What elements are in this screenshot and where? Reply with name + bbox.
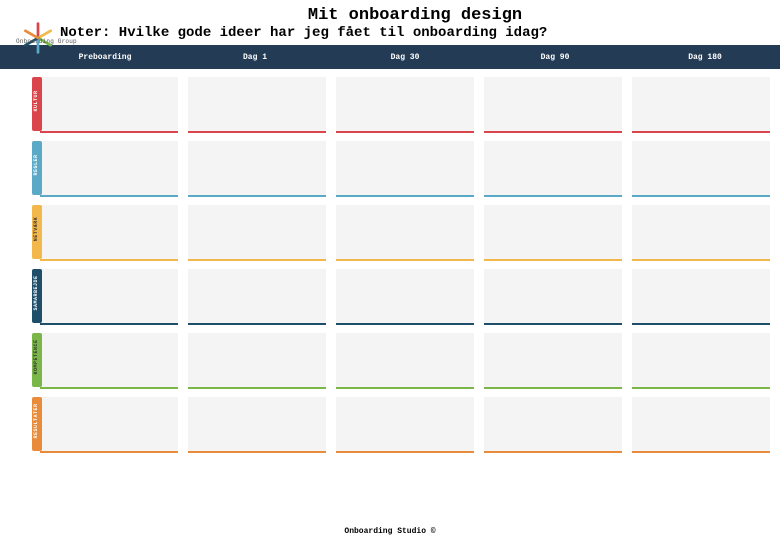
matrix-cell[interactable] xyxy=(336,141,474,197)
matrix-cell[interactable] xyxy=(188,141,326,197)
matrix-cell[interactable] xyxy=(632,77,770,133)
row-label: NETVÆRK xyxy=(33,199,39,259)
row-label: KULTUR xyxy=(33,71,39,131)
matrix-cell[interactable] xyxy=(484,333,622,389)
matrix-cell[interactable] xyxy=(484,141,622,197)
row-label: KOMPETENCE xyxy=(33,327,39,387)
matrix-cell[interactable] xyxy=(40,141,178,197)
day-header-row: Preboarding Dag 1 Dag 30 Dag 90 Dag 180 xyxy=(0,45,780,69)
matrix-cell[interactable] xyxy=(188,269,326,325)
header: Mit onboarding design Noter: Hvilke gode… xyxy=(0,0,780,45)
matrix-cell[interactable] xyxy=(484,77,622,133)
page-title: Mit onboarding design xyxy=(60,6,770,25)
matrix-cell[interactable] xyxy=(40,77,178,133)
matrix-row: RESULTATER xyxy=(30,389,780,453)
footer-text: Onboarding Studio © xyxy=(0,527,780,536)
matrix-cell[interactable] xyxy=(484,397,622,453)
matrix-cell[interactable] xyxy=(632,397,770,453)
day-header: Dag 180 xyxy=(630,53,780,62)
matrix-row: KULTUR xyxy=(30,69,780,133)
matrix-cell[interactable] xyxy=(632,269,770,325)
matrix-cell[interactable] xyxy=(484,205,622,261)
day-header: Dag 30 xyxy=(330,53,480,62)
matrix-cell[interactable] xyxy=(336,205,474,261)
page-subtitle: Noter: Hvilke gode ideer har jeg fået ti… xyxy=(60,25,770,41)
brand-text: Onboarding Group xyxy=(16,38,77,45)
matrix-cell[interactable] xyxy=(188,205,326,261)
row-label: SAMARBEJDE xyxy=(33,263,39,323)
row-label: REGLER xyxy=(33,135,39,195)
matrix-cell[interactable] xyxy=(188,77,326,133)
matrix-cell[interactable] xyxy=(336,77,474,133)
matrix-cell[interactable] xyxy=(40,397,178,453)
matrix-cell[interactable] xyxy=(188,397,326,453)
matrix-row: REGLER xyxy=(30,133,780,197)
matrix-row: KOMPETENCE xyxy=(30,325,780,389)
matrix-cell[interactable] xyxy=(632,333,770,389)
matrix-cell[interactable] xyxy=(632,205,770,261)
matrix-cell[interactable] xyxy=(632,141,770,197)
matrix-grid: KULTUR REGLER NETVÆRK SAMARBEJDE KOMPETE… xyxy=(0,69,780,453)
matrix-cell[interactable] xyxy=(40,205,178,261)
day-header: Dag 1 xyxy=(180,53,330,62)
matrix-cell[interactable] xyxy=(40,269,178,325)
matrix-cell[interactable] xyxy=(336,269,474,325)
matrix-cell[interactable] xyxy=(484,269,622,325)
matrix-row: NETVÆRK xyxy=(30,197,780,261)
matrix-row: SAMARBEJDE xyxy=(30,261,780,325)
matrix-cell[interactable] xyxy=(336,333,474,389)
matrix-cell[interactable] xyxy=(40,333,178,389)
day-header: Dag 90 xyxy=(480,53,630,62)
row-label: RESULTATER xyxy=(33,391,39,451)
matrix-cell[interactable] xyxy=(336,397,474,453)
matrix-cell[interactable] xyxy=(188,333,326,389)
